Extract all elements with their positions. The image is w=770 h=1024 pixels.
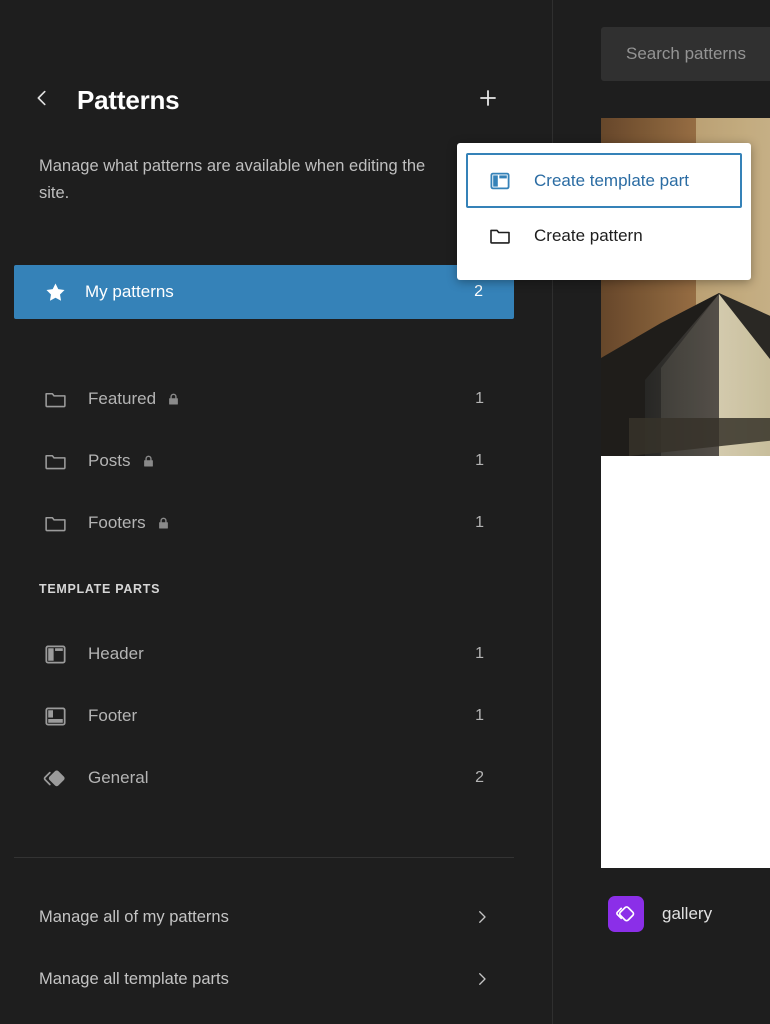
add-new-button[interactable]: [470, 82, 506, 118]
sidebar-item-general[interactable]: General 2: [0, 747, 553, 809]
pattern-categories-list: Featured 1 Posts 1 Footers 1: [0, 368, 553, 554]
star-icon: [43, 281, 67, 304]
folder-icon: [488, 224, 514, 248]
search-placeholder: Search patterns: [626, 44, 747, 63]
chevron-right-icon: [473, 970, 491, 988]
template-part-icon: [488, 169, 514, 193]
sidebar-item-label: Header: [88, 644, 144, 663]
template-parts-list: Header 1 Footer 1 General 2: [0, 623, 553, 809]
sidebar-item-count: 1: [475, 707, 484, 724]
lock-icon: [166, 392, 181, 407]
chevron-right-icon: [473, 908, 491, 926]
page-title: Patterns: [77, 84, 180, 115]
template-parts-heading: TEMPLATE PARTS: [39, 582, 161, 596]
sidebar-item-count: 1: [475, 514, 484, 531]
sidebar-footer-links: Manage all of my patterns Manage all tem…: [0, 886, 553, 1010]
sidebar-item-featured[interactable]: Featured 1: [0, 368, 553, 430]
manage-all-my-patterns-link[interactable]: Manage all of my patterns: [0, 886, 553, 948]
site-editor-patterns-screen: Patterns Manage what patterns are availa…: [0, 0, 770, 1024]
back-button[interactable]: [24, 82, 60, 118]
sidebar-item-label: General: [88, 768, 149, 787]
sidebar-item-header[interactable]: Header 1: [0, 623, 553, 685]
link-label: Manage all of my patterns: [39, 907, 229, 926]
add-new-dropdown-menu: Create template part Create pattern: [457, 143, 751, 280]
sidebar-item-label: Footer: [88, 706, 138, 725]
sidebar-item-footers[interactable]: Footers 1: [0, 492, 553, 554]
plus-icon: [476, 86, 500, 115]
menu-item-label: Create pattern: [534, 225, 643, 245]
pattern-title: gallery: [662, 904, 713, 923]
page-description: Manage what patterns are available when …: [39, 157, 426, 202]
sidebar-divider: [14, 857, 514, 858]
sidebar-item-count: 1: [475, 645, 484, 662]
pattern-card-meta: gallery: [608, 896, 712, 932]
pattern-card-body: [601, 456, 770, 868]
menu-item-label: Create template part: [534, 170, 689, 190]
lock-icon: [156, 516, 171, 531]
sidebar-item-posts[interactable]: Posts 1: [0, 430, 553, 492]
create-pattern-menu-item[interactable]: Create pattern: [466, 208, 742, 263]
sidebar-item-count: 2: [475, 769, 484, 786]
sidebar-item-count: 2: [474, 283, 483, 300]
sidebar-item-label: Featured: [88, 389, 157, 408]
chevron-left-icon: [31, 87, 53, 114]
sidebar-item-count: 1: [475, 452, 484, 469]
symbol-icon: [43, 765, 69, 792]
folder-icon: [43, 387, 69, 412]
create-template-part-menu-item[interactable]: Create template part: [466, 153, 742, 208]
sidebar-item-footer[interactable]: Footer 1: [0, 685, 553, 747]
link-label: Manage all template parts: [39, 969, 229, 988]
sidebar-item-my-patterns[interactable]: My patterns 2: [14, 265, 514, 319]
folder-icon: [43, 449, 69, 474]
symbol-icon: [608, 896, 644, 932]
sidebar-item-label: Footers: [88, 513, 146, 532]
search-patterns-field[interactable]: Search patterns: [601, 27, 770, 81]
folder-icon: [43, 511, 69, 536]
header-layout-icon: [43, 642, 69, 667]
sidebar-item-label: My patterns: [85, 282, 174, 301]
sidebar-item-label: Posts: [88, 451, 131, 470]
footer-layout-icon: [43, 704, 69, 729]
manage-all-template-parts-link[interactable]: Manage all template parts: [0, 948, 553, 1010]
lock-icon: [141, 454, 156, 469]
sidebar-header: Patterns: [0, 72, 553, 128]
sidebar-item-count: 1: [475, 390, 484, 407]
